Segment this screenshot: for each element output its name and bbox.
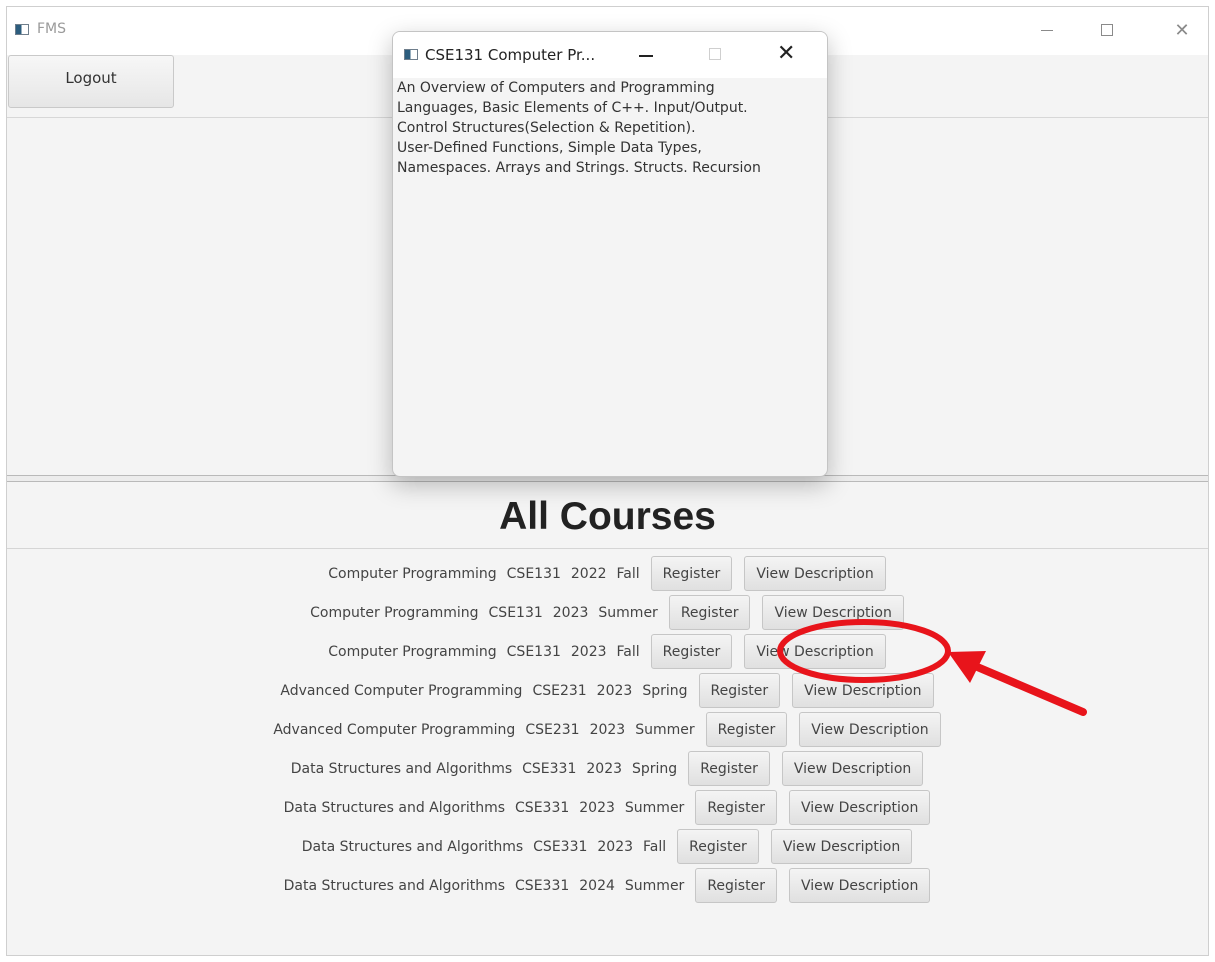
register-button[interactable]: Register <box>650 634 733 669</box>
description-line: An Overview of Computers and Programming <box>397 80 715 96</box>
course-code: CSE331 <box>533 838 588 855</box>
course-term: Spring <box>642 682 688 699</box>
course-year: 2023 <box>589 721 626 738</box>
course-code: CSE131 <box>506 565 561 582</box>
course-description-text: An Overview of Computers and Programming… <box>393 78 817 178</box>
view-description-button[interactable]: View Description <box>799 712 941 747</box>
course-name: Advanced Computer Programming <box>273 721 516 738</box>
course-term: Fall <box>616 565 640 582</box>
course-year: 2023 <box>570 643 607 660</box>
app-icon <box>15 24 29 35</box>
logout-button[interactable]: Logout <box>8 55 174 108</box>
course-year: 2023 <box>579 799 615 816</box>
course-row: Data Structures and Algorithms CSE331 2023… <box>7 749 1208 788</box>
description-line: Namespaces. Arrays and Strings. Structs.… <box>397 160 761 176</box>
view-description-button[interactable]: View Description <box>781 751 924 786</box>
course-row: Advanced Computer Programming CSE231 2023 S… <box>7 671 1208 710</box>
course-name: Data Structures and Algorithms <box>301 838 524 855</box>
description-line: Control Structures(Selection & Repetitio… <box>397 120 696 136</box>
popup-titlebar[interactable]: CSE131 Computer Pr... ✕ <box>393 32 827 78</box>
course-code: CSE231 <box>532 682 587 699</box>
course-term: Fall <box>616 643 640 660</box>
popup-minimize-icon[interactable] <box>639 55 653 57</box>
popup-maximize-icon <box>709 48 721 60</box>
course-year: 2022 <box>570 565 607 582</box>
course-term: Summer <box>624 877 685 894</box>
register-button[interactable]: Register <box>677 829 759 864</box>
view-description-button[interactable]: View Description <box>788 868 931 903</box>
view-description-button[interactable]: View Description <box>770 829 913 864</box>
course-name: Data Structures and Algorithms <box>290 760 513 777</box>
course-year: 2023 <box>552 604 589 621</box>
view-description-button[interactable]: View Description <box>744 556 886 591</box>
minimize-icon <box>1041 29 1053 31</box>
course-code: CSE131 <box>488 604 543 621</box>
close-button[interactable]: ✕ <box>1162 15 1202 45</box>
course-code: CSE331 <box>515 799 570 816</box>
course-code: CSE231 <box>525 721 580 738</box>
course-name: Computer Programming <box>310 604 479 621</box>
maximize-button[interactable] <box>1087 15 1127 45</box>
description-popup-window: CSE131 Computer Pr... ✕ An Overview of C… <box>392 31 828 477</box>
course-list: Computer Programming CSE131 2022 Fall Regist… <box>7 554 1208 905</box>
course-row: Data Structures and Algorithms CSE331 2023… <box>7 827 1208 866</box>
course-term: Fall <box>643 838 667 855</box>
course-year: 2023 <box>597 838 634 855</box>
register-button[interactable]: Register <box>650 556 733 591</box>
course-name: Advanced Computer Programming <box>280 682 523 699</box>
register-button[interactable]: Register <box>705 712 788 747</box>
course-year: 2023 <box>596 682 633 699</box>
course-year: 2024 <box>579 877 615 894</box>
popup-title: CSE131 Computer Pr... <box>425 46 596 64</box>
register-button[interactable]: Register <box>668 595 751 630</box>
course-row: Computer Programming CSE131 2023 Summer Regi… <box>7 593 1208 632</box>
course-term: Summer <box>624 799 685 816</box>
course-name: Computer Programming <box>328 643 497 660</box>
view-description-button[interactable]: View Description <box>744 634 886 669</box>
course-name: Data Structures and Algorithms <box>283 799 506 816</box>
course-term: Spring <box>632 760 678 777</box>
popup-close-icon[interactable]: ✕ <box>777 41 795 66</box>
course-code: CSE331 <box>515 877 570 894</box>
course-row: Computer Programming CSE131 2023 Fall Regist… <box>7 632 1208 671</box>
minimize-button[interactable] <box>1027 15 1067 45</box>
title-divider <box>7 548 1208 549</box>
app-title: FMS <box>37 21 67 37</box>
course-row: Advanced Computer Programming CSE231 2023 S… <box>7 710 1208 749</box>
view-description-button[interactable]: View Description <box>792 673 934 708</box>
course-row: Data Structures and Algorithms CSE331 2024… <box>7 866 1208 905</box>
view-description-button[interactable]: View Description <box>762 595 904 630</box>
section-title: All Courses <box>499 495 716 538</box>
register-button[interactable]: Register <box>695 868 777 903</box>
course-name: Data Structures and Algorithms <box>283 877 506 894</box>
close-icon: ✕ <box>1174 19 1190 41</box>
view-description-button[interactable]: View Description <box>788 790 931 825</box>
course-code: CSE131 <box>506 643 561 660</box>
course-row: Computer Programming CSE131 2022 Fall Regist… <box>7 554 1208 593</box>
course-name: Computer Programming <box>328 565 497 582</box>
course-term: Summer <box>635 721 695 738</box>
description-line: User-Defined Functions, Simple Data Type… <box>397 140 702 156</box>
maximize-icon <box>1101 24 1113 36</box>
popup-app-icon <box>404 49 418 60</box>
course-term: Summer <box>598 604 658 621</box>
course-year: 2023 <box>586 760 623 777</box>
register-button[interactable]: Register <box>698 673 781 708</box>
course-code: CSE331 <box>522 760 577 777</box>
course-row: Data Structures and Algorithms CSE331 2023… <box>7 788 1208 827</box>
register-button[interactable]: Register <box>688 751 770 786</box>
register-button[interactable]: Register <box>695 790 777 825</box>
description-line: Languages, Basic Elements of C++. Input/… <box>397 100 748 116</box>
